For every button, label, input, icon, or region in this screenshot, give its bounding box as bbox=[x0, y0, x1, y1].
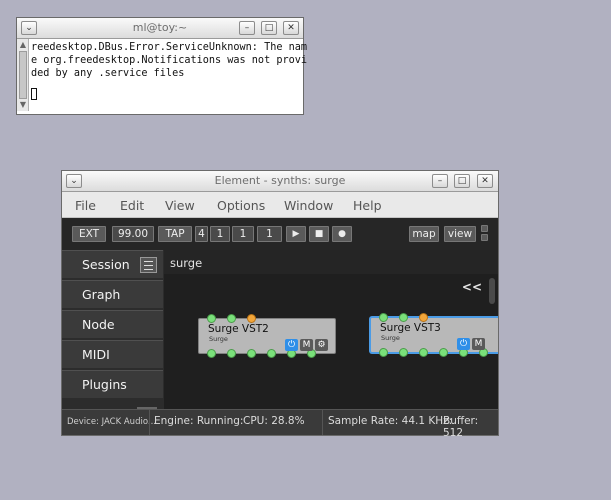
node-subtitle: Surge bbox=[209, 335, 228, 343]
graph-canvas[interactable]: << Surge VST2 Surge ⏻ M ⚙ Surge VST3 Sur… bbox=[164, 274, 498, 411]
midi-input-port[interactable] bbox=[247, 314, 256, 323]
tempo-field[interactable]: 99.00 bbox=[112, 226, 154, 242]
position-bar[interactable]: 1 bbox=[232, 226, 254, 242]
panel-toggle-top[interactable] bbox=[481, 225, 488, 232]
stop-icon[interactable]: ■ bbox=[309, 226, 329, 242]
maximize-button[interactable]: □ bbox=[261, 21, 277, 35]
sample-rate-status: Sample Rate: 44.1 KHz: bbox=[328, 415, 453, 427]
sidebar-item-label: Session bbox=[82, 257, 130, 272]
minimize-button[interactable]: – bbox=[432, 174, 448, 188]
menu-options[interactable]: Options bbox=[217, 198, 265, 213]
sidebar-item-node[interactable]: Node bbox=[62, 310, 163, 338]
collapse-panel-button[interactable]: << bbox=[462, 280, 482, 294]
terminal-line: ded by any .service files bbox=[31, 67, 185, 79]
panel-toggle-bottom[interactable] bbox=[481, 234, 488, 241]
status-divider bbox=[322, 410, 323, 435]
scroll-down-arrow-icon[interactable]: ▼ bbox=[18, 100, 28, 110]
play-icon[interactable]: ▶ bbox=[286, 226, 306, 242]
terminal-cursor bbox=[31, 88, 37, 101]
maximize-button[interactable]: □ bbox=[454, 174, 470, 188]
sidebar-item-graph[interactable]: Graph bbox=[62, 280, 163, 308]
position-beat[interactable]: 1 bbox=[257, 226, 282, 242]
power-icon[interactable]: ⏻ bbox=[457, 338, 470, 350]
sidebar-item-plugins[interactable]: Plugins bbox=[62, 370, 163, 398]
ext-sync-button[interactable]: EXT bbox=[72, 226, 106, 242]
engine-status: Engine: Running: bbox=[154, 415, 244, 427]
midi-input-port[interactable] bbox=[419, 313, 428, 322]
sidebar-item-label: Graph bbox=[82, 287, 121, 302]
buffer-status: Buffer: 512 bbox=[443, 415, 479, 439]
output-port[interactable] bbox=[267, 349, 276, 358]
cpu-status: CPU: 28.8% bbox=[243, 415, 305, 427]
transport-toolbar: EXT 99.00 TAP 4 1 1 1 ▶ ■ ● map view bbox=[62, 218, 498, 250]
plugin-node-surge-vst2[interactable]: Surge VST2 Surge ⏻ M ⚙ bbox=[198, 314, 336, 358]
menu-file[interactable]: File bbox=[75, 198, 96, 213]
output-port[interactable] bbox=[379, 348, 388, 357]
gear-icon[interactable]: ⚙ bbox=[315, 339, 328, 351]
meter-denominator[interactable]: 1 bbox=[210, 226, 230, 242]
sidebar-item-session[interactable]: Session bbox=[62, 250, 163, 278]
sidebar-item-label: Node bbox=[82, 317, 115, 332]
node-subtitle: Surge bbox=[381, 334, 400, 342]
input-port[interactable] bbox=[207, 314, 216, 323]
output-port[interactable] bbox=[227, 349, 236, 358]
element-window[interactable]: ⌄ Element - synths: surge – □ ✕ File Edi… bbox=[61, 170, 499, 439]
terminal-line: reedesktop.DBus.Error.ServiceUnknown: Th… bbox=[31, 42, 308, 53]
status-divider bbox=[149, 410, 150, 435]
close-button[interactable]: ✕ bbox=[283, 21, 299, 35]
power-icon[interactable]: ⏻ bbox=[285, 339, 298, 351]
output-port[interactable] bbox=[439, 348, 448, 357]
input-port[interactable] bbox=[227, 314, 236, 323]
mute-button[interactable]: M bbox=[472, 338, 485, 350]
terminal-body[interactable]: ▲ ▼ reedesktop.DBus.Error.ServiceUnknown… bbox=[17, 39, 308, 114]
graph-title: surge bbox=[170, 256, 203, 270]
close-button[interactable]: ✕ bbox=[477, 174, 493, 188]
menu-window[interactable]: Window bbox=[284, 198, 333, 213]
output-port[interactable] bbox=[207, 349, 216, 358]
minimize-button[interactable]: – bbox=[239, 21, 255, 35]
input-port[interactable] bbox=[399, 313, 408, 322]
input-port[interactable] bbox=[379, 313, 388, 322]
sidebar-item-midi[interactable]: MIDI bbox=[62, 340, 163, 368]
scroll-thumb[interactable] bbox=[19, 51, 27, 99]
sidebar-item-label: Plugins bbox=[82, 377, 127, 392]
hamburger-menu-icon[interactable] bbox=[140, 257, 157, 273]
element-titlebar[interactable]: ⌄ Element - synths: surge – □ ✕ bbox=[62, 171, 498, 192]
menu-view[interactable]: View bbox=[165, 198, 195, 213]
terminal-line: e org.freedesktop.Notifications was not … bbox=[31, 54, 308, 66]
canvas-scrollbar[interactable] bbox=[489, 278, 495, 304]
map-button[interactable]: map bbox=[409, 226, 439, 242]
menu-help[interactable]: Help bbox=[353, 198, 382, 213]
terminal-titlebar[interactable]: ⌄ ml@toy:~ – □ ✕ bbox=[17, 18, 303, 39]
sidebar: Session Graph Node MIDI Plugins bbox=[62, 250, 164, 411]
tap-tempo-button[interactable]: TAP bbox=[158, 226, 192, 242]
mute-button[interactable]: M bbox=[300, 339, 313, 351]
output-port[interactable] bbox=[247, 349, 256, 358]
menu-bar: File Edit View Options Window Help bbox=[62, 192, 498, 218]
plugin-node-surge-vst3[interactable]: Surge VST3 Surge ⏻ M bbox=[370, 313, 498, 357]
view-button[interactable]: view bbox=[444, 226, 476, 242]
record-icon[interactable]: ● bbox=[332, 226, 352, 242]
terminal-output: reedesktop.DBus.Error.ServiceUnknown: Th… bbox=[31, 42, 308, 103]
node-title: Surge VST2 bbox=[208, 323, 269, 335]
status-bar: Device: JACK Audio... Engine: Running: C… bbox=[62, 409, 498, 439]
sidebar-item-label: MIDI bbox=[82, 347, 110, 362]
output-port[interactable] bbox=[399, 348, 408, 357]
scroll-up-arrow-icon[interactable]: ▲ bbox=[18, 40, 28, 50]
graph-editor: surge << Surge VST2 Surge ⏻ M ⚙ Surge VS… bbox=[164, 250, 498, 411]
meter-numerator[interactable]: 4 bbox=[195, 226, 208, 242]
output-port[interactable] bbox=[419, 348, 428, 357]
node-title: Surge VST3 bbox=[380, 322, 441, 334]
menu-edit[interactable]: Edit bbox=[120, 198, 144, 213]
terminal-scrollbar[interactable]: ▲ ▼ bbox=[17, 39, 29, 111]
device-status[interactable]: Device: JACK Audio... bbox=[67, 417, 156, 427]
terminal-window[interactable]: ⌄ ml@toy:~ – □ ✕ ▲ ▼ reedesktop.DBus.Err… bbox=[16, 17, 308, 115]
